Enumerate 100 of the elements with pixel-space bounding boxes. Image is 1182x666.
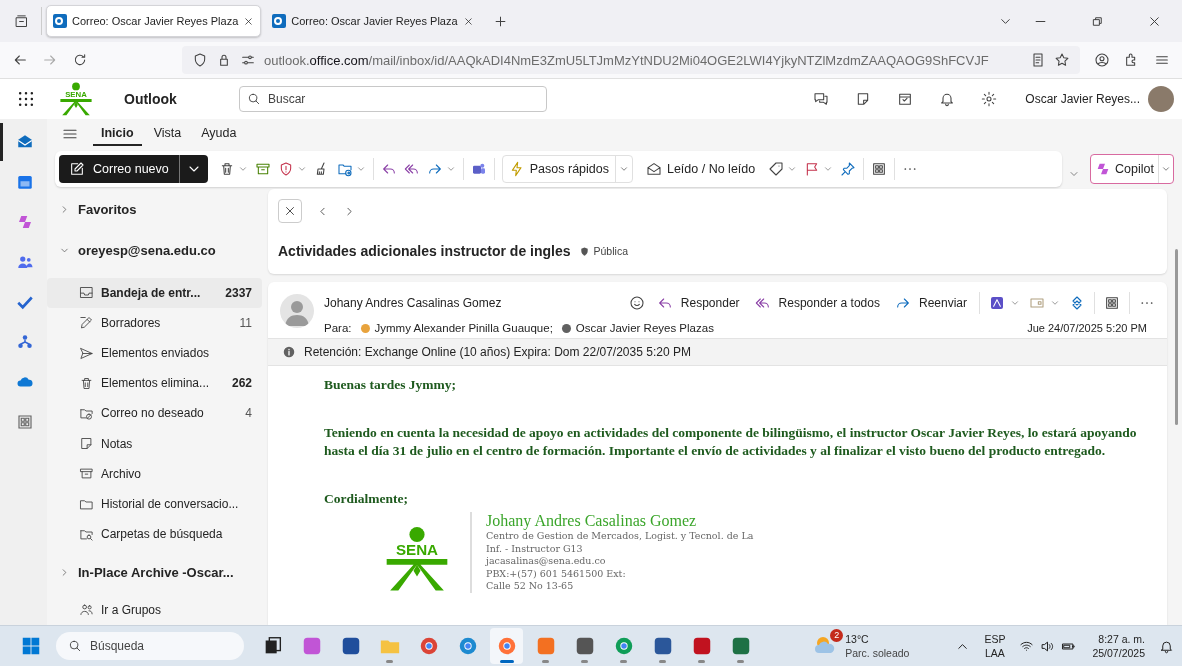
notification-badge: 2 — [830, 629, 844, 642]
compose-icon — [69, 161, 85, 177]
email-paragraph: Cordialmente; — [324, 490, 409, 508]
scrollbar[interactable] — [1175, 249, 1178, 425]
pencil-icon — [79, 315, 94, 331]
teams-icon[interactable] — [470, 161, 487, 177]
browser-tab[interactable]: Correo: Oscar Javier Reyes Plaza — [265, 5, 481, 37]
people-icon — [16, 253, 34, 271]
reload-icon[interactable] — [72, 52, 88, 68]
temperature: 13°C — [845, 632, 870, 646]
open-envelope-icon — [645, 161, 662, 177]
smiley-icon[interactable] — [628, 295, 645, 311]
apps-icon[interactable] — [871, 161, 888, 177]
mail-app-icon — [272, 14, 287, 28]
message-date: Jue 24/07/2025 5:20 PM — [1027, 322, 1147, 334]
folder-item[interactable]: Elementos elimina... 262 — [47, 368, 262, 399]
app-name: Outlook — [124, 91, 178, 107]
caret-icon — [1161, 164, 1171, 174]
back-icon[interactable] — [12, 52, 28, 68]
close-icon — [283, 204, 297, 218]
info-icon — [282, 345, 296, 359]
inbox-icon — [79, 285, 94, 301]
browser-tab[interactable]: Correo: Oscar Javier Reyes Plaza — [46, 5, 262, 37]
apps-icon[interactable] — [1104, 295, 1120, 311]
bookmark-star-icon[interactable] — [1054, 52, 1070, 68]
folder-item[interactable]: Carpetas de búsqueda — [47, 519, 262, 550]
ribbon-tab[interactable]: Inicio — [93, 122, 142, 146]
signature-line: Calle 52 No 13-65 — [486, 580, 575, 593]
folder-item[interactable]: Elementos enviados — [47, 337, 262, 369]
message-action-button[interactable]: Responder a todos — [751, 295, 883, 311]
shield-icon[interactable] — [192, 52, 208, 68]
url-text: outlook.office.com/mail/inbox/id/AAQkADI4NmE3ZmU5LTJmMzYtNDU2Mi04OGE2LWI4YjkyNTZlMzdmZAAQAOG9ShFCVJF — [264, 52, 990, 68]
folder-item[interactable]: Notas — [47, 428, 262, 459]
reply-all-icon[interactable] — [403, 161, 420, 177]
message-action-button[interactable]: Responder — [653, 295, 743, 311]
archive-header[interactable]: In-Place Archive -Oscar... — [47, 557, 268, 587]
start-icon[interactable] — [20, 635, 42, 657]
chat-icon[interactable] — [813, 91, 830, 107]
close-button[interactable] — [278, 199, 302, 223]
archive-icon[interactable] — [254, 161, 271, 177]
calendar-icon — [16, 173, 34, 191]
forward-icon[interactable] — [426, 161, 443, 177]
recipient-name[interactable]: Jymmy Alexander Pinilla Guauque; — [374, 322, 553, 334]
ribbon-tab[interactable]: Ayuda — [193, 122, 245, 146]
send-icon — [79, 345, 94, 361]
notifications-icon[interactable] — [1159, 638, 1174, 654]
signature-line: Inf. - Instructor G13 — [486, 542, 584, 555]
to-label: Para: — [324, 322, 352, 334]
weather-condition: Parc. soleado — [845, 646, 910, 660]
recipient-name[interactable]: Oscar Javier Reyes Plazas — [575, 322, 714, 334]
taskbar-search-field[interactable]: Búsqueda — [56, 632, 244, 660]
clock[interactable]: 8:27 a. m. 25/07/2025 — [1092, 632, 1145, 660]
ribbon-tab[interactable]: Vista — [145, 122, 190, 146]
folder-group-header[interactable]: Favoritos — [47, 195, 268, 225]
trash-icon — [79, 375, 94, 391]
note-icon — [79, 436, 94, 452]
groups-link[interactable]: Ir a Grupos — [47, 594, 262, 625]
reply-icon[interactable] — [380, 161, 397, 177]
email-paragraph: Buenas tardes Jymmy; — [324, 376, 457, 394]
close-icon[interactable] — [462, 15, 474, 27]
user-name[interactable]: Oscar Javier Reyes... — [1025, 92, 1140, 106]
app-launcher-icon[interactable] — [16, 89, 36, 109]
close-icon[interactable] — [243, 15, 255, 27]
people-icon — [79, 602, 94, 618]
retention-notice: Retención: Exchange Online (10 años) Expira: Dom 22/07/2035 5:20 PM — [304, 345, 691, 359]
folder-item[interactable]: Bandeja de entr... 2337 — [47, 277, 262, 308]
move-to-folder-icon[interactable] — [336, 161, 353, 177]
sender-name[interactable]: Johany Andres Casalinas Gomez — [324, 296, 502, 310]
folder-item[interactable]: Historial de conversacio... — [47, 489, 262, 520]
sena-logo: SENA — [382, 526, 452, 592]
archive-icon — [79, 466, 94, 482]
reader-view-icon[interactable] — [1030, 52, 1046, 68]
account-header[interactable]: oreyesp@sena.edu.co — [47, 236, 268, 266]
volume-icon[interactable] — [1040, 638, 1056, 654]
signature-line: PBX:+(57) 601 5461500 Ext: — [486, 567, 627, 580]
folder-item[interactable]: Correo no deseado 4 — [47, 398, 262, 429]
tab-title: Correo: Oscar Javier Reyes Plaza — [72, 15, 239, 27]
tab-list-icon[interactable] — [14, 13, 29, 29]
account-icon[interactable] — [1094, 52, 1110, 68]
signature-line: Centro de Gestion de Mercados, Logist. y Tecnol. de La — [486, 530, 754, 543]
tab-title: Correo: Oscar Javier Reyes Plaza — [291, 15, 458, 27]
message-action-button[interactable]: Reenviar — [891, 295, 970, 311]
email-paragraph: Teniendo en cuenta la necesidad de apoyo en actividades del componente de bilingüismo, el instructor Oscar Javier Reyes, lo estará apoyando hasta el día 31 de julio en el centro de formación. Importante el envío de actividades y al finalizar el visto bueno del producto entregado. — [324, 424, 1138, 460]
folder-item[interactable]: Borradores 11 — [47, 307, 262, 338]
address-bar[interactable]: outlook.office.com/mail/inbox/id/AAQkADI4NmE3ZmU5LTJmMzYtNDU2Mi04OGE2LWI4YjkyNTZlMzdmZAAQAOG9ShFCVJF — [182, 46, 1080, 74]
new-tab-icon[interactable] — [492, 13, 508, 29]
calendar-check-icon[interactable] — [897, 91, 914, 107]
pin-icon[interactable] — [840, 161, 857, 177]
sender-avatar[interactable] — [280, 294, 314, 328]
caret-icon — [618, 164, 629, 174]
language-indicator[interactable]: ESP LAA — [984, 632, 1006, 660]
folder-item[interactable]: Archivo — [47, 458, 262, 490]
tag-icon[interactable] — [768, 161, 785, 177]
notifications-icon[interactable] — [939, 91, 956, 107]
reply-icon — [656, 295, 673, 311]
email-subject: Actividades adicionales instructor de ingles — [278, 243, 571, 259]
read-unread-button[interactable]: Leído / No leído — [639, 161, 762, 177]
user-avatar[interactable] — [1148, 86, 1174, 112]
search-field[interactable]: Buscar — [239, 86, 547, 112]
sensitivity-label: Pública — [593, 245, 628, 257]
